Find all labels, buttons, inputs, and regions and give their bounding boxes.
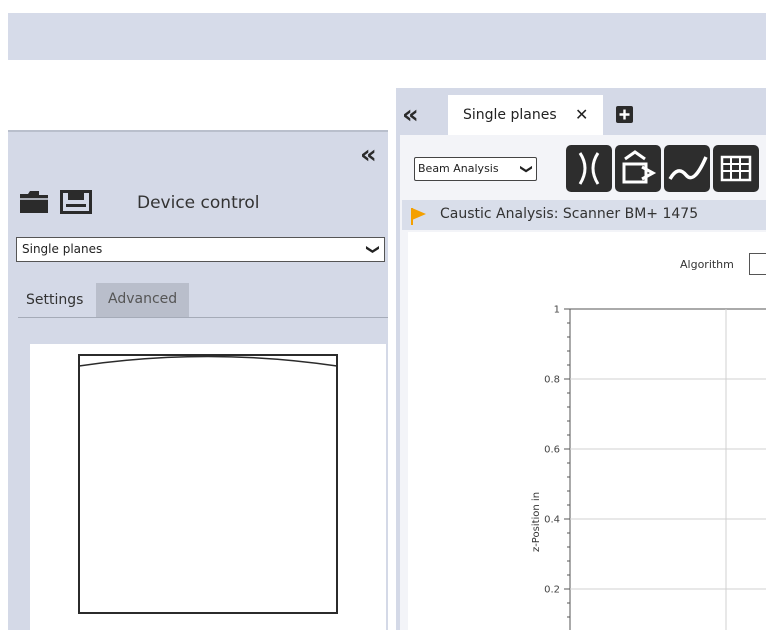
chevron-down-icon: ❯ — [519, 163, 534, 175]
panel-title: Device control — [137, 193, 260, 213]
chevron-down-icon: ❯ — [365, 244, 381, 255]
close-icon[interactable]: ✕ — [575, 95, 588, 135]
flag-icon — [411, 207, 427, 229]
curve-icon[interactable] — [664, 145, 710, 192]
y-tick-label: 0.8 — [544, 375, 560, 386]
tab-label: Single planes — [463, 107, 557, 123]
y-axis-label: z-Position in — [531, 492, 542, 552]
collapse-right-panel-icon[interactable]: « — [402, 102, 419, 128]
plane-mode-value: Single planes — [22, 242, 103, 256]
y-tick-label: 0.2 — [544, 585, 560, 596]
tab-advanced[interactable]: Advanced — [96, 283, 189, 318]
y-tick-label: 1 — [554, 305, 560, 316]
y-tick-label: 0.4 — [544, 515, 560, 526]
caustic-icon[interactable] — [566, 145, 612, 192]
panel-divider — [8, 130, 388, 132]
analysis-mode-value: Beam Analysis — [418, 162, 499, 175]
plus-icon[interactable] — [616, 106, 633, 123]
beam-profile-icon[interactable] — [615, 145, 661, 192]
top-toolbar-strip — [8, 13, 766, 60]
tab-single-planes[interactable]: Single planes ✕ — [448, 95, 603, 135]
analysis-mode-select[interactable]: Beam Analysis ❯ — [414, 157, 537, 181]
status-text: Caustic Analysis: Scanner BM+ 1475 — [440, 206, 699, 222]
collapse-left-panel-icon[interactable]: « — [360, 142, 377, 168]
plane-preview-canvas — [30, 344, 386, 630]
save-icon[interactable] — [60, 190, 92, 218]
tab-settings[interactable]: Settings — [18, 285, 94, 318]
plane-mode-select[interactable]: Single planes ❯ — [16, 237, 385, 262]
tabs-underline — [18, 317, 388, 318]
folder-icon[interactable] — [19, 190, 49, 218]
table-icon[interactable] — [713, 145, 759, 192]
y-tick-label: 0.6 — [544, 445, 560, 456]
caustic-chart: 1 0.8 0.6 0.4 0.2 z-Position in — [531, 305, 766, 630]
